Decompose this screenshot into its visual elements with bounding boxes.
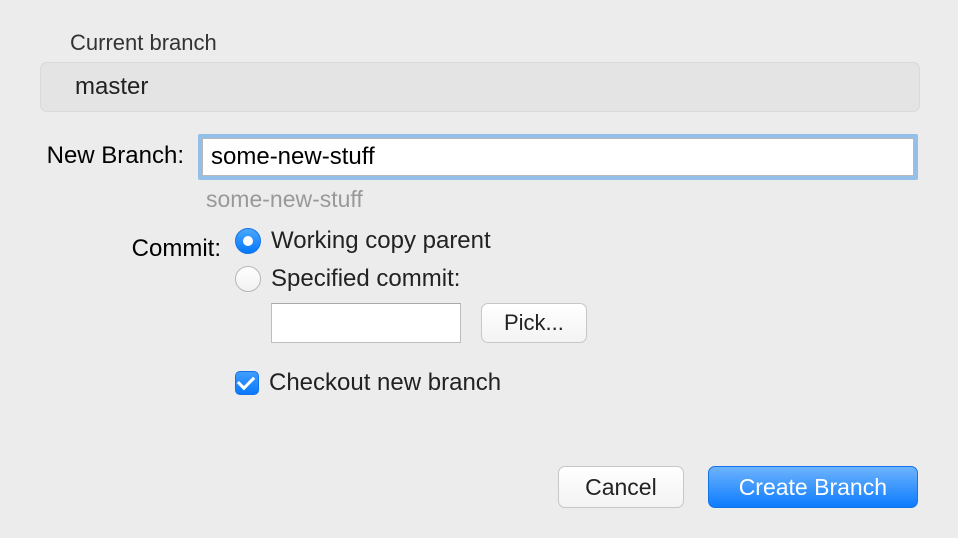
commit-label: Commit: [40,227,235,263]
new-branch-hint: some-new-stuff [206,186,918,213]
checkout-new-branch-label: Checkout new branch [269,369,501,397]
radio-specified-commit[interactable] [235,266,261,292]
create-branch-button[interactable]: Create Branch [708,466,918,508]
radio-working-copy-parent-label: Working copy parent [271,227,491,255]
pick-commit-button[interactable]: Pick... [481,303,587,343]
current-branch-label: Current branch [70,30,918,56]
radio-specified-commit-label: Specified commit: [271,265,460,293]
current-branch-field: master [40,62,920,112]
cancel-button[interactable]: Cancel [558,466,684,508]
checkout-new-branch-checkbox[interactable] [235,371,259,395]
new-branch-focus-ring [198,134,918,180]
new-branch-input[interactable] [202,138,914,176]
create-branch-dialog: Current branch master New Branch: some-n… [0,0,958,538]
specified-commit-input[interactable] [271,303,461,343]
current-branch-value: master [75,73,148,101]
radio-working-copy-parent[interactable] [235,228,261,254]
new-branch-label: New Branch: [40,134,198,170]
dialog-button-bar: Cancel Create Branch [558,466,918,508]
